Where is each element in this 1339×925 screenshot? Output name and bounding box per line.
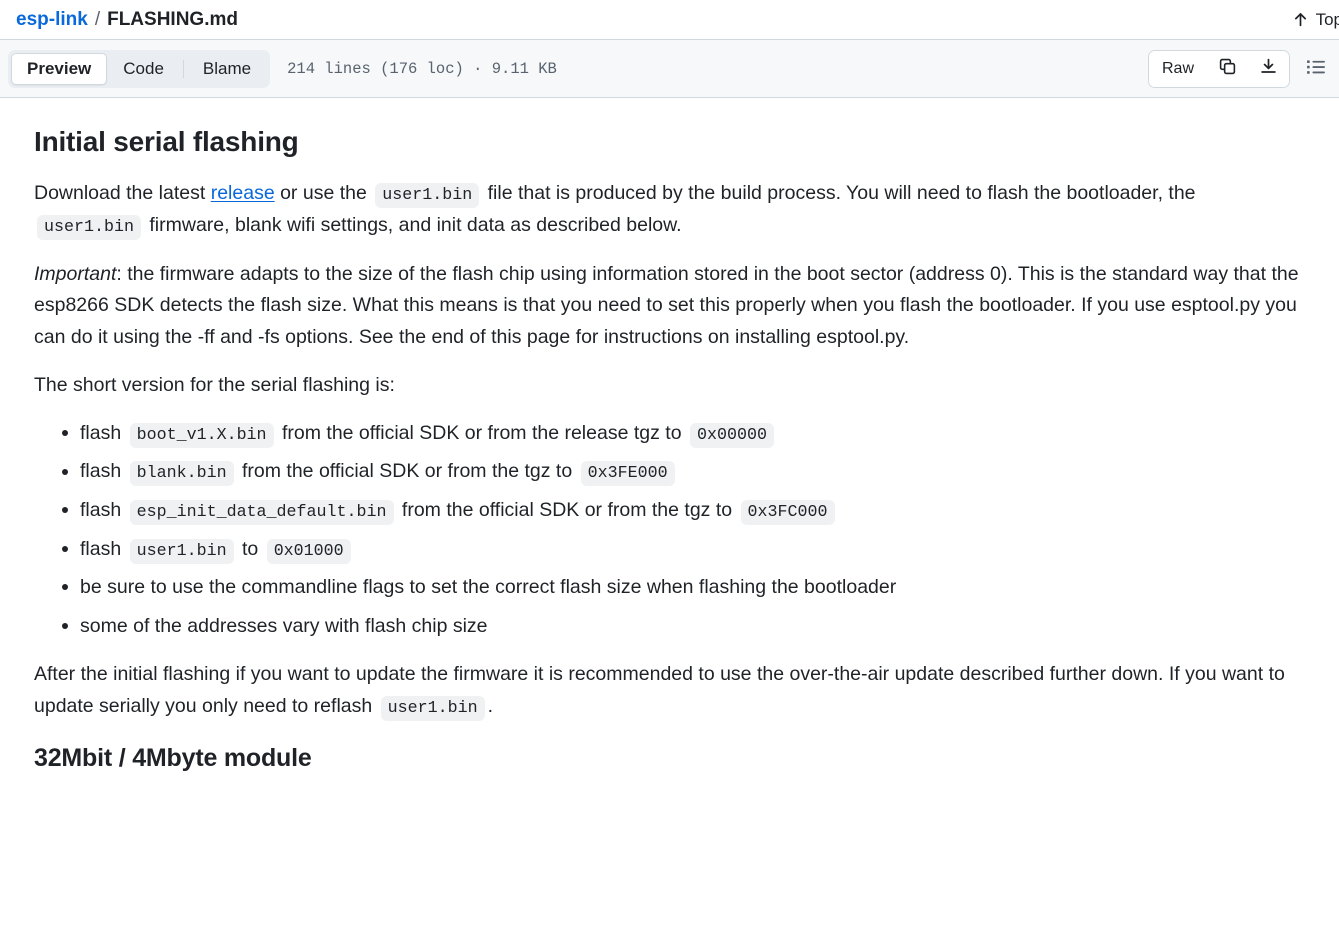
text-segment: file that is produced by the build proce… [482,182,1196,205]
list-item: flash boot_v1.X.bin from the official SD… [62,418,1305,450]
emphasis-important: Important [34,262,117,285]
back-to-top-button[interactable]: Top [1292,10,1339,30]
file-stats: 214 lines (176 loc) · 9.11 KB [287,59,557,78]
text-segment: to [236,537,264,560]
outline-list-icon [1305,56,1327,81]
paragraph-download: Download the latest release or use the u… [34,178,1305,241]
download-icon [1259,57,1278,81]
list-item: some of the addresses vary with flash ch… [62,611,1305,643]
text-segment: from the official SDK or from the tgz to [396,499,738,522]
breadcrumb-filename: FLASHING.md [107,8,238,30]
text-segment: flash [80,499,127,522]
text-segment: flash [80,537,127,560]
breadcrumb-repo-link[interactable]: esp-link [16,9,88,31]
text-segment: from the official SDK or from the releas… [276,421,687,444]
tab-code[interactable]: Code [107,53,180,85]
inline-code-file: esp_init_data_default.bin [129,500,394,526]
text-segment: . [487,694,494,717]
breadcrumb-bar: esp-link / FLASHING.md Top [0,0,1339,40]
text-segment: from the official SDK or from the tgz to [236,460,578,483]
text-segment: : the firmware adapts to the size of the… [34,262,1299,348]
list-item: flash blank.bin from the official SDK or… [62,456,1305,488]
inline-code-address: 0x01000 [266,538,351,564]
markdown-content: Initial serial flashing Download the lat… [0,98,1339,775]
tab-preview[interactable]: Preview [11,52,108,85]
toolbar-right-group: Raw [1147,49,1329,88]
inline-code-user1-bin: user1.bin [375,183,480,209]
paragraph-important: Important: the firmware adapts to the si… [34,259,1305,354]
text-segment: firmware, blank wifi settings, and init … [143,213,682,236]
inline-code-user1-bin: user1.bin [37,214,141,240]
text-segment: flash [80,460,127,483]
inline-code-user1-bin: user1.bin [380,695,485,721]
breadcrumb-separator: / [94,8,101,30]
text-segment: After the initial flashing if you want t… [34,663,1285,717]
inline-code-file: blank.bin [129,461,234,487]
tab-blame[interactable]: Blame [187,53,267,85]
inline-code-address: 0x3FC000 [740,500,835,526]
segment-divider [182,59,184,78]
arrow-up-icon [1292,11,1309,28]
view-mode-segmented-control: Preview Code Blame [8,49,271,88]
heading-32mbit-module: 32Mbit / 4Mbyte module [34,744,312,773]
outline-toggle-button[interactable] [1303,52,1329,85]
copy-icon [1218,57,1237,81]
breadcrumb: esp-link / FLASHING.md [16,9,238,31]
file-actions-button-group: Raw [1147,49,1290,88]
file-toolbar: Preview Code Blame 214 lines (176 loc) ·… [0,40,1339,98]
inline-code-address: 0x3FE000 [580,461,675,487]
text-segment: be sure to use the commandline flags to … [80,576,897,599]
copy-button[interactable] [1207,50,1248,87]
back-to-top-label: Top [1315,9,1339,29]
download-button[interactable] [1248,50,1289,87]
paragraph-after-flashing: After the initial flashing if you want t… [34,659,1305,722]
text-segment: flash [80,421,127,444]
text-segment: some of the addresses vary with flash ch… [80,614,488,637]
inline-code-file: boot_v1.X.bin [129,422,274,448]
text-segment: or use the [274,182,373,205]
inline-code-file: user1.bin [129,538,234,564]
release-link[interactable]: release [211,182,275,204]
inline-code-address: 0x00000 [689,422,774,448]
toolbar-left-group: Preview Code Blame 214 lines (176 loc) ·… [8,49,557,88]
list-item: flash user1.bin to 0x01000 [62,534,1305,566]
list-item: be sure to use the commandline flags to … [62,572,1305,604]
heading-initial-serial-flashing: Initial serial flashing [34,126,299,157]
flashing-steps-list: flash boot_v1.X.bin from the official SD… [34,418,1305,642]
text-segment: Download the latest [34,182,211,205]
raw-button[interactable]: Raw [1148,50,1207,87]
list-item: flash esp_init_data_default.bin from the… [62,495,1305,527]
paragraph-short-version: The short version for the serial flashin… [34,374,395,397]
